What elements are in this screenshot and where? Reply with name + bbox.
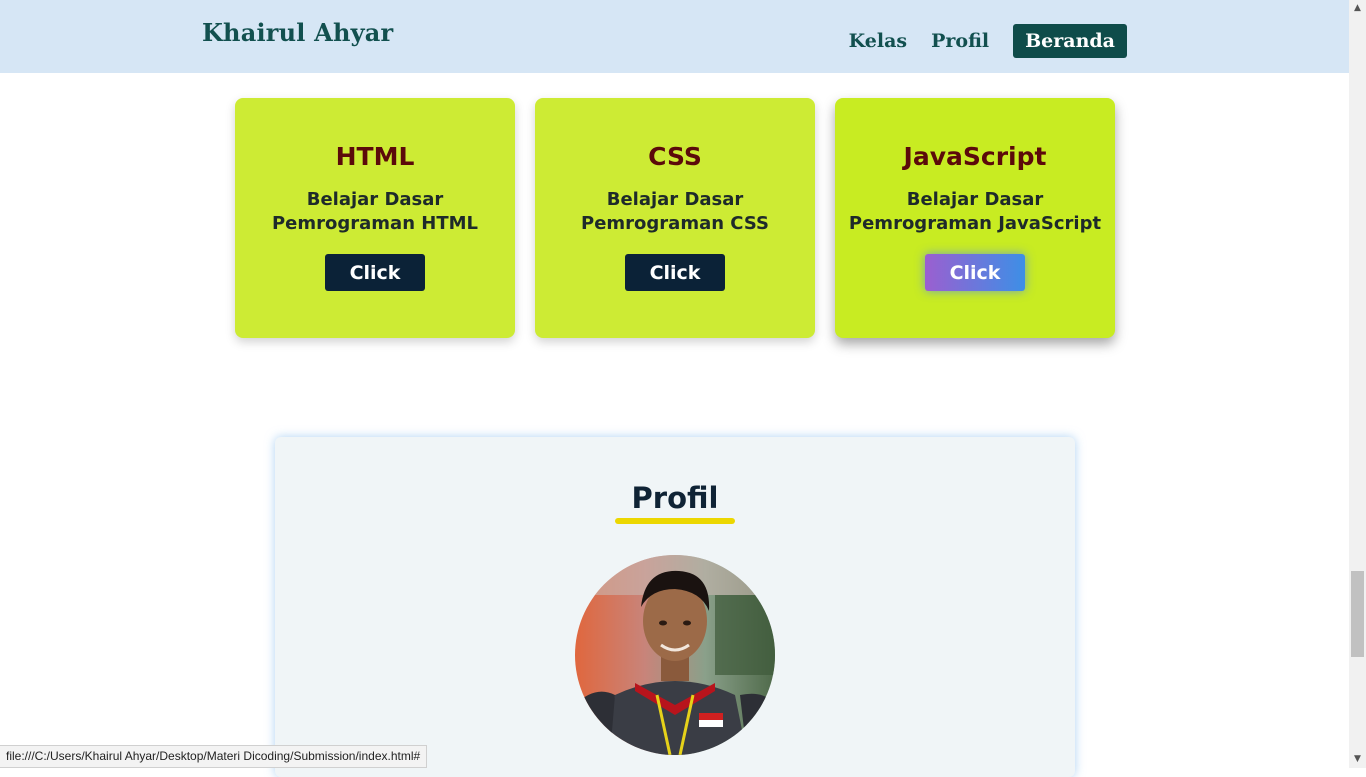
click-button[interactable]: Click: [925, 254, 1025, 291]
nav-link-profil[interactable]: Profil: [931, 24, 989, 58]
nav-link-kelas[interactable]: Kelas: [849, 24, 907, 58]
main-nav: Kelas Profil Beranda: [825, 24, 1127, 58]
status-url: file:///C:/Users/Khairul Ahyar/Desktop/M…: [0, 745, 428, 768]
course-card-html: HTML Belajar Dasar Pemrograman HTML Clic…: [235, 98, 515, 338]
page-scrollbar[interactable]: ▲ ▼: [1349, 0, 1366, 768]
click-button[interactable]: Click: [625, 254, 725, 291]
click-button[interactable]: Click: [325, 254, 425, 291]
card-description: Belajar Dasar Pemrograman HTML: [271, 189, 478, 234]
course-card-javascript: JavaScript Belajar Dasar Pemrograman Jav…: [835, 98, 1115, 338]
card-title: CSS: [648, 142, 702, 171]
profile-photo: [575, 555, 775, 755]
card-title: JavaScript: [903, 142, 1047, 171]
heading-underline: [615, 518, 735, 524]
profile-heading: Profil: [631, 481, 719, 515]
site-header: Khairul Ahyar Kelas Profil Beranda: [0, 0, 1349, 73]
course-card-css: CSS Belajar Dasar Pemrograman CSS Click: [535, 98, 815, 338]
brand-title[interactable]: Khairul Ahyar: [202, 18, 393, 47]
profile-section: Profil: [275, 437, 1075, 777]
card-description: Belajar Dasar Pemrograman CSS: [581, 189, 769, 234]
profile-photo-image: [575, 555, 775, 755]
scroll-down-icon[interactable]: ▼: [1349, 751, 1366, 768]
card-title: HTML: [335, 142, 415, 171]
card-description: Belajar Dasar Pemrograman JavaScript: [848, 189, 1102, 234]
scrollbar-thumb[interactable]: [1351, 571, 1364, 657]
nav-link-beranda[interactable]: Beranda: [1013, 24, 1127, 58]
scroll-up-icon[interactable]: ▲: [1349, 0, 1366, 17]
